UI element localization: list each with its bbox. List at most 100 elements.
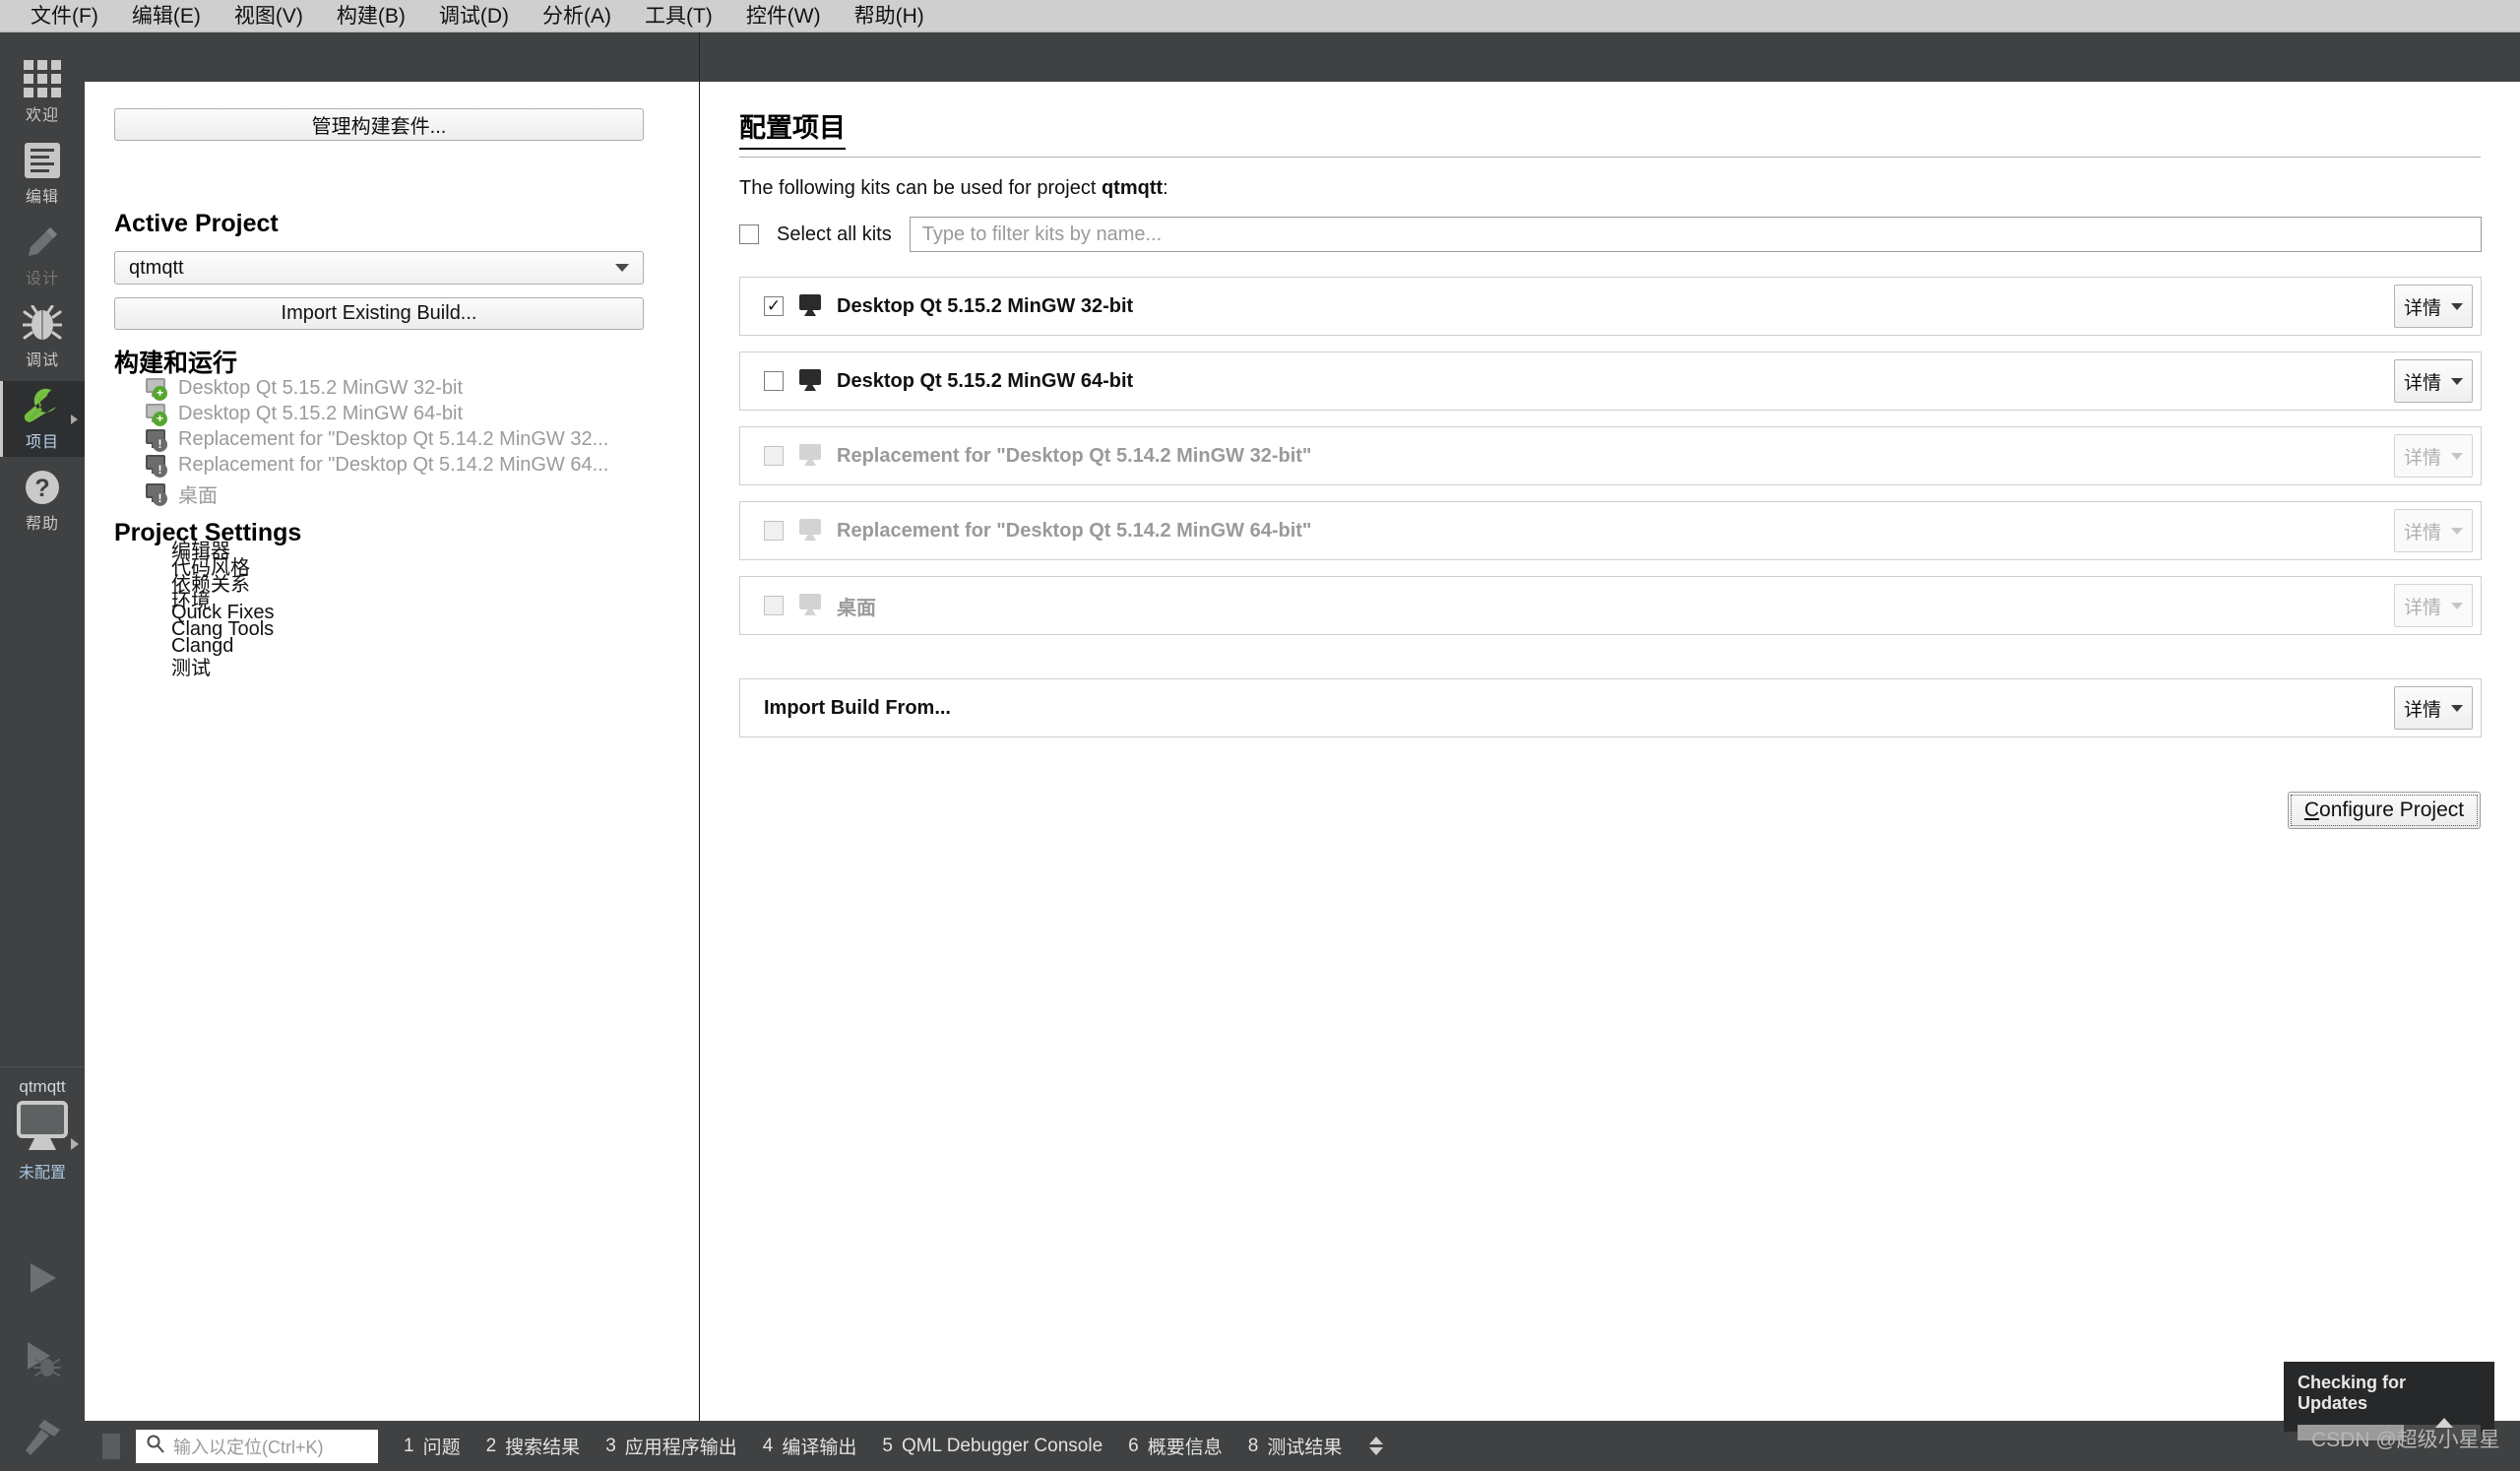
kit-checkbox <box>764 446 784 466</box>
kit-details-button[interactable]: 详情 <box>2394 285 2473 328</box>
mode-label-debug: 调试 <box>25 352 59 369</box>
mode-button-projects[interactable]: 项目 <box>0 381 85 457</box>
main-content: 配置项目 The following kits can be used for … <box>700 82 2520 1421</box>
play-icon <box>25 1259 60 1302</box>
output-pane-tab[interactable]: 3 应用程序输出 <box>605 1433 737 1459</box>
output-pane-stepper[interactable] <box>1369 1437 1384 1455</box>
kit-details-button[interactable]: 详情 <box>2394 359 2473 403</box>
kit-row[interactable]: Desktop Qt 5.15.2 MinGW 32-bit 详情 <box>739 277 2482 336</box>
locator-input[interactable]: 输入以定位(Ctrl+K) <box>136 1429 378 1463</box>
menu-item-3[interactable]: 构建(B) <box>320 3 422 30</box>
output-pane-label: 测试结果 <box>1267 1438 1343 1458</box>
chevron-down-icon <box>1369 1447 1384 1455</box>
output-pane-label: QML Debugger Console <box>901 1435 1103 1456</box>
mode-button-debug[interactable]: 调试 <box>0 299 85 375</box>
mode-button-welcome[interactable]: 欢迎 <box>0 54 85 130</box>
grid-icon <box>24 59 61 98</box>
locator-placeholder: 输入以定位(Ctrl+K) <box>173 1437 324 1457</box>
kit-row[interactable]: 桌面 详情 <box>739 576 2482 635</box>
build-run-kit-label: Replacement for "Desktop Qt 5.14.2 MinGW… <box>178 428 609 450</box>
chevron-down-icon <box>2451 377 2463 385</box>
output-pane-tabs: 1 问题 2 搜索结果 3 应用程序输出 4 编译输出 5 QML Debugger Consol… <box>378 1433 1342 1459</box>
kit-checkbox[interactable] <box>764 296 784 316</box>
build-run-kit-item[interactable]: + Desktop Qt 5.15.2 MinGW 32-bit <box>144 377 463 401</box>
kit-details-button: 详情 <box>2394 434 2473 478</box>
manage-kits-button[interactable]: 管理构建套件... <box>114 108 644 141</box>
build-run-heading: 构建和运行 <box>114 350 238 377</box>
monitor-icon <box>797 594 823 617</box>
select-all-kits-checkbox[interactable] <box>739 224 759 244</box>
kit-row[interactable]: Desktop Qt 5.15.2 MinGW 64-bit 详情 <box>739 352 2482 411</box>
output-pane-tab[interactable]: 8 测试结果 <box>1248 1433 1343 1459</box>
mode-button-edit[interactable]: 编辑 <box>0 136 85 212</box>
kit-label: Desktop Qt 5.15.2 MinGW 64-bit <box>837 369 1134 392</box>
output-pane-number: 8 <box>1247 1435 1259 1456</box>
tray-expand-icon[interactable] <box>2435 1418 2453 1428</box>
kit-label: Replacement for "Desktop Qt 5.14.2 MinGW… <box>837 444 1312 467</box>
bug-icon <box>23 304 62 344</box>
build-run-kit-item[interactable]: ! Replacement for "Desktop Qt 5.14.2 MinG… <box>144 428 609 452</box>
output-pane-label: 编译输出 <box>782 1438 857 1458</box>
debug-run-button[interactable] <box>0 1337 85 1384</box>
monitor-icon <box>797 294 823 318</box>
monitor-plus-icon: + <box>144 377 167 401</box>
question-mark-icon: ? <box>23 468 62 507</box>
toolbar-divider <box>699 32 700 82</box>
build-run-kit-label: Desktop Qt 5.15.2 MinGW 64-bit <box>178 403 464 424</box>
output-pane-label: 应用程序输出 <box>624 1438 737 1458</box>
output-pane-tab[interactable]: 5 QML Debugger Console <box>882 1436 1102 1457</box>
kit-filter-input[interactable]: Type to filter kits by name... <box>909 217 2482 252</box>
play-bug-icon <box>23 1339 62 1383</box>
build-button[interactable] <box>0 1416 85 1463</box>
toolbar-strip <box>85 32 2520 82</box>
build-run-kit-item[interactable]: ! 桌面 <box>144 480 218 508</box>
monitor-icon <box>797 369 823 393</box>
import-existing-build-button[interactable]: Import Existing Build... <box>114 297 644 330</box>
output-pane-tab[interactable]: 6 概要信息 <box>1128 1433 1223 1459</box>
menu-item-7[interactable]: 控件(W) <box>729 3 838 30</box>
kits-intro-project: qtmqtt <box>1101 177 1164 199</box>
active-project-combo[interactable]: qtmqtt <box>114 251 644 285</box>
project-settings-item[interactable]: 测试 <box>171 652 211 680</box>
menu-item-8[interactable]: 帮助(H) <box>838 3 941 30</box>
menu-item-1[interactable]: 编辑(E) <box>115 3 218 30</box>
menu-item-2[interactable]: 视图(V) <box>218 3 320 30</box>
build-run-kit-item[interactable]: + Desktop Qt 5.15.2 MinGW 64-bit <box>144 403 464 426</box>
menu-item-0[interactable]: 文件(F) <box>14 3 115 30</box>
output-pane-label: 搜索结果 <box>505 1438 581 1458</box>
chevron-down-icon <box>2451 302 2463 310</box>
menu-item-4[interactable]: 调试(D) <box>422 3 526 30</box>
menu-item-6[interactable]: 工具(T) <box>628 3 729 30</box>
kit-checkbox[interactable] <box>764 371 784 391</box>
monitor-warning-icon: ! <box>144 454 167 478</box>
run-button[interactable] <box>0 1256 85 1304</box>
kit-row[interactable]: Replacement for "Desktop Qt 5.14.2 MinGW… <box>739 501 2482 560</box>
kit-checkbox <box>764 521 784 541</box>
configure-accel-char: C <box>2303 799 2320 821</box>
kit-selector[interactable]: qtmqtt 未配置 <box>0 1066 85 1234</box>
menu-item-5[interactable]: 分析(A) <box>526 3 628 30</box>
build-run-kit-label: 桌面 <box>178 485 218 507</box>
sidebar-toggle-button[interactable] <box>102 1433 120 1459</box>
kit-row[interactable]: Replacement for "Desktop Qt 5.14.2 MinGW… <box>739 426 2482 485</box>
document-lines-icon <box>25 141 60 180</box>
output-pane-tab[interactable]: 4 编译输出 <box>763 1433 857 1459</box>
build-run-kit-label: Replacement for "Desktop Qt 5.14.2 MinGW… <box>178 454 609 476</box>
updates-popup-title: Checking for Updates <box>2298 1373 2407 1413</box>
output-pane-tab[interactable]: 1 问题 <box>404 1433 461 1459</box>
output-pane-number: 4 <box>762 1435 774 1456</box>
details-label: 详情 <box>2403 699 2441 721</box>
mode-button-help[interactable]: ? 帮助 <box>0 463 85 539</box>
build-run-kit-item[interactable]: ! Replacement for "Desktop Qt 5.14.2 MinG… <box>144 454 609 478</box>
details-label: 详情 <box>2403 522 2441 544</box>
kits-intro-text: The following kits can be used for proje… <box>739 177 1168 200</box>
details-label: 详情 <box>2403 372 2441 394</box>
import-build-details-button[interactable]: 详情 <box>2394 686 2473 730</box>
mode-button-design[interactable]: 设计 <box>0 218 85 293</box>
output-pane-number: 5 <box>882 1435 893 1456</box>
output-pane-number: 1 <box>404 1435 414 1456</box>
output-pane-tab[interactable]: 2 搜索结果 <box>486 1433 581 1459</box>
chevron-down-icon <box>615 264 629 272</box>
import-build-row[interactable]: Import Build From... 详情 <box>739 678 2482 737</box>
configure-project-button[interactable]: Configure Project <box>2288 792 2481 829</box>
